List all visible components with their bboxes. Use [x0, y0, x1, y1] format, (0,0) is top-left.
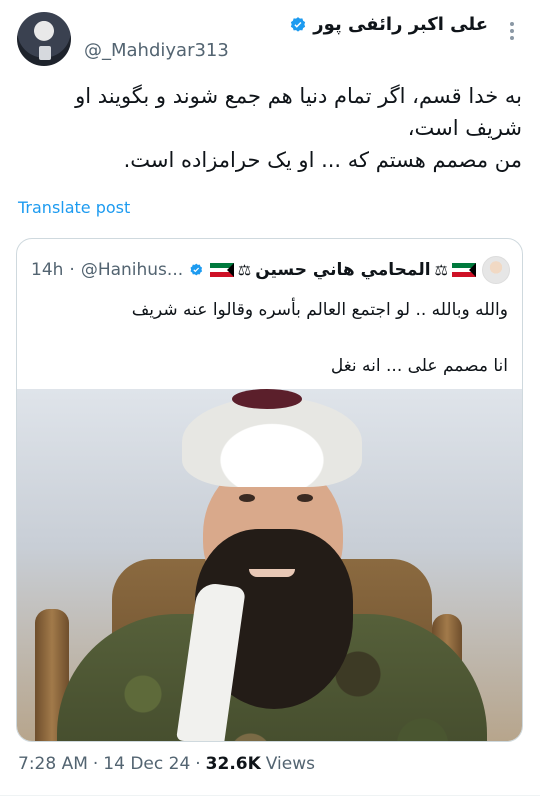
quoted-author-avatar[interactable] — [482, 256, 510, 284]
quoted-tweet-body: والله وبالله .. لو اجتمع العالم بأسره وق… — [31, 297, 508, 379]
author-name-row[interactable]: علی اکبر رائفی پور — [289, 14, 488, 35]
translate-post-link[interactable]: Translate post — [18, 198, 130, 217]
quoted-tweet[interactable]: ⚖ المحامي هاني حسين ⚖ @Hanihus... · 14h … — [16, 238, 523, 742]
author-handle[interactable]: @_Mahdiyar313 — [84, 40, 229, 61]
tweet-body: به خدا قسم، اگر تمام دنیا هم جمع شوند و … — [18, 80, 522, 176]
separator-dot: · — [69, 260, 75, 280]
verified-badge-icon — [190, 263, 203, 276]
verified-badge-icon — [291, 16, 306, 32]
author-name[interactable]: علی اکبر رائفی پور — [313, 14, 488, 35]
separator-dot: · — [195, 754, 201, 774]
quoted-author-name-row[interactable]: ⚖ المحامي هاني حسين ⚖ — [209, 260, 476, 280]
quoted-author-handle[interactable]: @Hanihus... — [81, 260, 183, 280]
quoted-tweet-line: انا مصمم على ... انه نغل — [330, 356, 508, 376]
separator-dot: · — [92, 754, 99, 774]
views-count: 32.6K — [205, 754, 261, 774]
quoted-tweet-time[interactable]: 14h — [31, 260, 63, 280]
scales-icon: ⚖ — [237, 261, 252, 279]
mouth — [249, 569, 295, 577]
kuwait-flag-icon — [452, 263, 476, 277]
more-options-icon[interactable] — [510, 22, 516, 42]
white-turban — [182, 397, 362, 487]
scales-icon: ⚖ — [434, 261, 448, 279]
quoted-author-name: المحامي هاني حسين — [255, 260, 431, 280]
tweet-meta: 7:28 AM · 14 Dec 24 · 32.6K Views — [18, 754, 315, 774]
quoted-tweet-photo[interactable] — [17, 389, 522, 741]
quoted-tweet-header: ⚖ المحامي هاني حسين ⚖ @Hanihus... · 14h — [31, 256, 510, 284]
kuwait-flag-icon — [209, 263, 234, 277]
tweet-body-line: به خدا قسم، اگر تمام دنیا هم جمع شوند و … — [75, 84, 522, 108]
turban-cap — [232, 389, 302, 409]
views-label: Views — [265, 754, 315, 774]
eye — [239, 494, 255, 502]
eye — [297, 494, 313, 502]
tweet-time[interactable]: 7:28 AM — [18, 754, 88, 774]
divider — [0, 795, 540, 796]
tweet-body-line: شریف است، — [407, 116, 522, 140]
quoted-tweet-line: والله وبالله .. لو اجتمع العالم بأسره وق… — [131, 300, 508, 320]
author-avatar[interactable] — [17, 12, 71, 66]
tweet-body-line: من مصمم هستم که ... او یک حرامزاده است. — [123, 148, 522, 172]
tweet-date[interactable]: 14 Dec 24 — [103, 754, 190, 774]
